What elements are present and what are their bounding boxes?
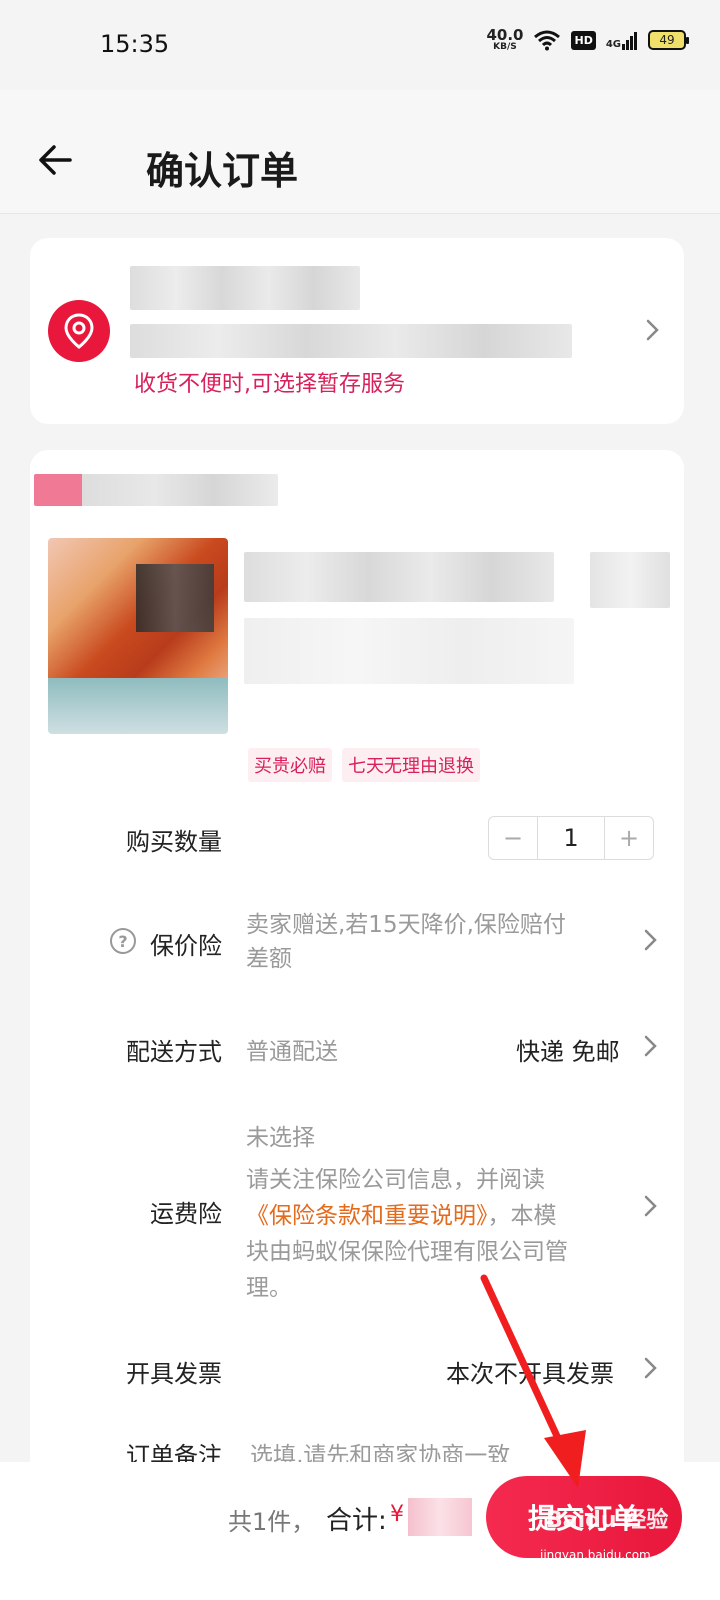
chevron-right-icon[interactable] [638,1034,662,1058]
quantity-stepper: − 1 + [488,816,654,860]
price-protect-value: 卖家赠送,若15天降价,保险赔付 差额 [246,908,616,976]
price-protect-label: 保价险 [150,932,222,960]
back-button[interactable] [34,138,78,182]
insurance-terms-link[interactable]: 《保险条款和重要说明》 [246,1203,488,1229]
shipping-insurance-desc-1: 请关注保险公司信息，并阅读 [246,1167,545,1193]
total-currency: ¥ [390,1502,404,1527]
address-card[interactable]: 收货不便时,可选择暂存服务 [30,238,684,424]
shipping-insurance-desc-2-tail: ，本模 [487,1203,557,1229]
watermark-brand: Baidu 经验 [546,1508,669,1533]
network-speed: 40.0 KB/S [486,28,523,52]
shipping-insurance-desc-2: 《保险条款和重要说明》，本模 [246,1198,616,1234]
total-label: 合计: [326,1506,387,1536]
quantity-plus-button[interactable]: + [605,817,653,859]
delivery-option[interactable]: 快递 免邮 [516,1032,620,1067]
status-time: 15:35 [100,30,170,58]
product-tags: 买贵必赔 七天无理由退换 [248,748,480,782]
recipient-name-redacted [130,266,360,310]
shipping-insurance-label: 运费险 [150,1200,222,1228]
status-bar: 15:35 40.0 KB/S HD 4G 49 [0,0,720,90]
chevron-right-icon[interactable] [638,1356,662,1380]
cell-signal-icon: 4G [606,30,638,50]
address-hint: 收货不便时,可选择暂存服务 [134,372,405,397]
quantity-label: 购买数量 [126,828,222,856]
shop-name-redacted [34,474,278,506]
product-image[interactable] [48,538,228,734]
tag-price-guarantee: 买贵必赔 [248,748,332,782]
price-protect-line-1: 卖家赠送,若15天降价,保险赔付 [246,912,566,938]
chevron-right-icon[interactable] [638,928,662,952]
page-title: 确认订单 [146,149,299,193]
product-title-redacted [244,552,554,602]
quantity-minus-button[interactable]: − [489,817,537,859]
total-amount-redacted [408,1498,472,1536]
item-count: 共1件， [228,1508,316,1536]
network-speed-value: 40.0 [486,26,524,44]
arrow-left-icon [39,145,72,175]
product-spec-redacted [244,618,574,684]
quantity-value[interactable]: 1 [537,817,605,859]
wifi-icon [534,30,561,51]
hd-badge: HD [571,30,596,50]
product-price-redacted [590,552,670,608]
address-redacted [130,324,572,358]
chevron-right-icon [646,319,659,341]
delivery-label: 配送方式 [126,1038,222,1066]
invoice-label: 开具发票 [126,1360,222,1388]
cell-signal-label: 4G [605,39,621,50]
chevron-right-icon[interactable] [638,1194,662,1218]
shipping-insurance-status: 未选择 [246,1125,315,1151]
watermark-url: jingyan.baidu.com [540,1548,651,1562]
price-protect-line-2: 差额 [246,946,292,972]
location-pin-icon [48,300,110,362]
annotation-arrow-icon [480,1274,586,1488]
shipping-insurance-desc-3: 块由蚂蚁保保险代理有限公司管 [246,1239,568,1265]
delivery-value: 普通配送 [246,1039,338,1065]
status-icons: 40.0 KB/S HD 4G 49 [486,28,689,52]
tag-seven-day-return: 七天无理由退换 [342,748,480,782]
product-image-detail [136,564,214,632]
battery-icon: 49 [648,30,689,50]
network-speed-unit: KB/S [493,42,517,52]
baidu-watermark: Baidu 经验 jingyan.baidu.com [536,1498,706,1568]
app-header: 确认订单 [0,90,720,214]
